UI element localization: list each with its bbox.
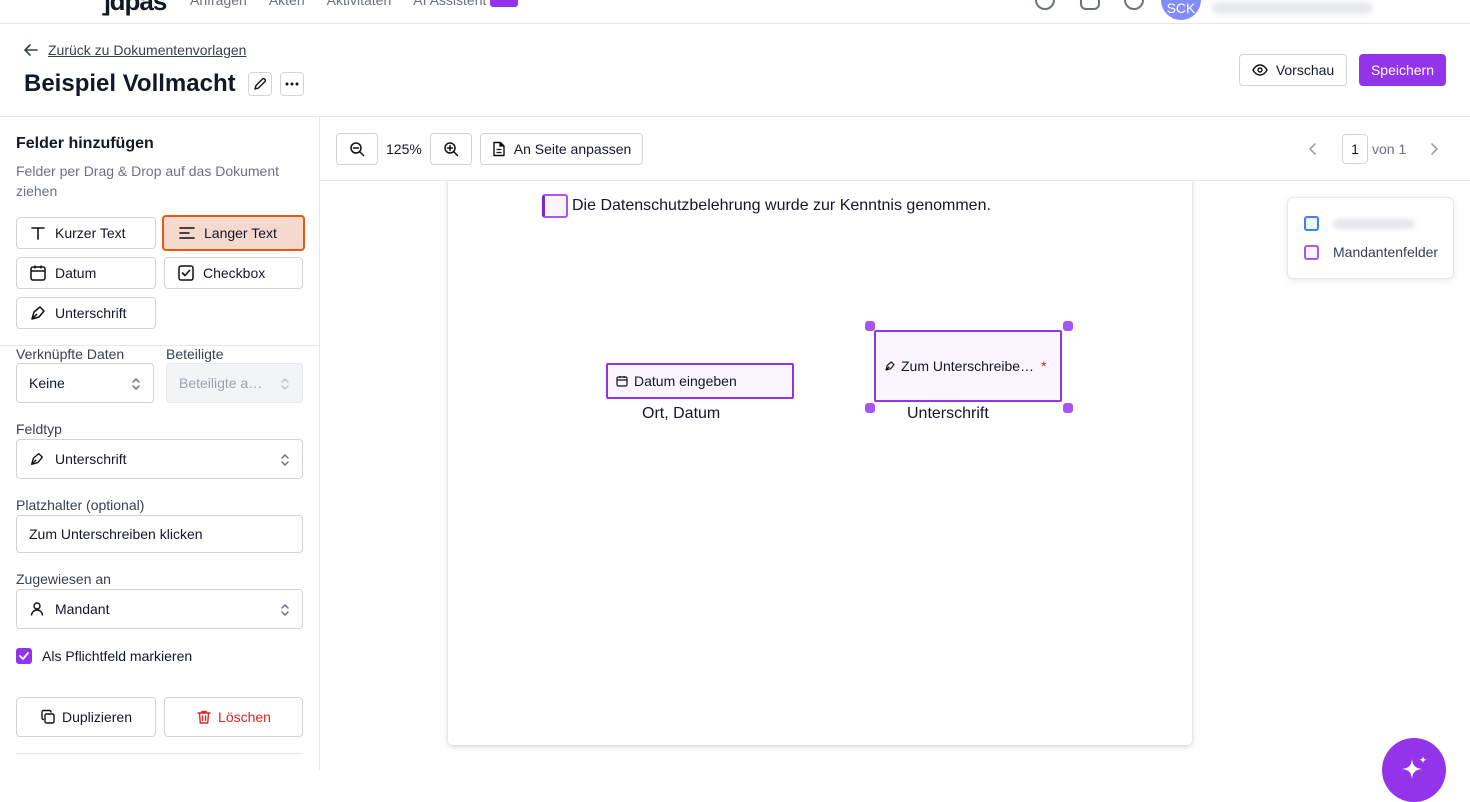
resize-handle-bottom-left[interactable] <box>865 403 875 413</box>
chevrons-up-down-icon <box>281 377 289 391</box>
required-label: Als Pflichtfeld markieren <box>42 648 193 664</box>
help-icon[interactable] <box>1035 0 1055 10</box>
eye-icon <box>1252 64 1268 76</box>
file-text-icon <box>493 141 505 157</box>
placeholder-label: Platzhalter (optional) <box>16 497 145 513</box>
date-field[interactable]: Datum eingeben <box>606 363 794 399</box>
bell-icon[interactable] <box>1080 0 1100 10</box>
fieldtype-label: Feldtyp <box>16 421 62 437</box>
assigned-select[interactable]: Mandant <box>16 589 303 629</box>
checkbox-icon <box>178 265 194 281</box>
document-toolbar: 125% An Seite anpassen 1 von 1 <box>320 117 1470 181</box>
zoom-out-button[interactable] <box>336 133 378 165</box>
add-date-button[interactable]: Datum <box>16 257 156 289</box>
zoom-in-icon <box>444 142 459 157</box>
top-navigation: ]dpas Anfragen Akten Aktivitäten AI Assi… <box>0 0 1470 24</box>
fields-sidebar: Felder hinzufügen Felder per Drag & Drop… <box>0 117 320 770</box>
sidebar-title: Felder hinzufügen <box>16 135 154 152</box>
assigned-label: Zugewiesen an <box>16 571 111 587</box>
participants-label: Beteiligte <box>166 346 224 362</box>
chevrons-up-down-icon <box>281 453 289 467</box>
add-signature-button[interactable]: Unterschrift <box>16 297 156 329</box>
user-name-blurred <box>1212 2 1372 14</box>
nav-links: Anfragen Akten Aktivitäten AI Assistent <box>190 0 519 8</box>
back-link[interactable]: Zurück zu Dokumentenvorlagen <box>24 42 246 58</box>
duplicate-button[interactable]: Duplizieren <box>16 697 156 737</box>
edit-title-button[interactable] <box>247 72 272 96</box>
sidebar-subtitle: Felder per Drag & Drop auf das Dokument … <box>16 163 280 199</box>
trash-icon <box>197 710 211 724</box>
legend-item-blurred <box>1304 216 1415 231</box>
field-legend: Mandantenfelder <box>1287 197 1454 279</box>
chevrons-up-down-icon <box>281 603 289 617</box>
fieldtype-select[interactable]: Unterschrift <box>16 439 303 479</box>
participants-select[interactable]: Beteiligte a… <box>166 363 303 403</box>
required-checkbox-row[interactable]: Als Pflichtfeld markieren <box>16 648 192 664</box>
pencil-icon <box>253 77 266 90</box>
check-icon <box>19 652 29 660</box>
signature-caption: Unterschrift <box>907 405 989 422</box>
more-options-button[interactable] <box>279 72 304 96</box>
fit-to-page-button[interactable]: An Seite anpassen <box>480 133 643 165</box>
preview-button[interactable]: Vorschau <box>1239 54 1347 86</box>
legend-item-client-fields: Mandantenfelder <box>1304 244 1438 260</box>
document-checkbox-field[interactable] <box>542 194 568 218</box>
pen-tool-icon <box>31 306 45 320</box>
settings-icon[interactable] <box>1124 0 1144 10</box>
zoom-level: 125% <box>386 141 422 157</box>
ellipsis-icon <box>285 82 299 86</box>
avatar[interactable]: SCK <box>1161 0 1201 20</box>
linked-data-select[interactable]: Keine <box>16 363 154 403</box>
resize-handle-top-left[interactable] <box>865 321 875 331</box>
add-short-text-button[interactable]: Kurzer Text <box>16 217 156 249</box>
resize-handle-bottom-right[interactable] <box>1063 403 1073 413</box>
pen-tool-icon <box>31 453 43 465</box>
chevron-left-icon[interactable] <box>1308 141 1318 157</box>
text-type-icon <box>31 227 45 240</box>
ai-badge <box>490 0 519 8</box>
page-title: Beispiel Vollmacht <box>24 70 236 97</box>
pen-tool-icon <box>885 361 895 371</box>
document-page: Die Datenschutzbelehrung wurde zur Kennt… <box>448 181 1192 745</box>
zoom-in-button[interactable] <box>430 133 472 165</box>
app-logo[interactable]: ]dpas <box>102 0 167 17</box>
user-icon <box>30 602 44 616</box>
legend-label-blurred <box>1333 218 1415 229</box>
nav-link-aktivitaeten[interactable]: Aktivitäten <box>327 0 392 8</box>
checkbox-statement: Die Datenschutzbelehrung wurde zur Kennt… <box>572 197 991 214</box>
zoom-out-icon <box>350 142 365 157</box>
arrow-left-icon <box>24 44 38 56</box>
placeholder-input[interactable]: Zum Unterschreiben klicken <box>16 515 303 553</box>
calendar-icon <box>616 376 628 387</box>
calendar-icon <box>30 265 46 281</box>
delete-button[interactable]: Löschen <box>164 697 303 737</box>
page-header: Zurück zu Dokumentenvorlagen Beispiel Vo… <box>0 24 1470 117</box>
page-number-input[interactable]: 1 <box>1342 134 1368 164</box>
linked-data-label: Verknüpfte Daten <box>16 346 125 362</box>
sparkles-icon <box>1402 756 1427 779</box>
copy-icon <box>41 709 55 724</box>
date-caption: Ort, Datum <box>642 405 721 422</box>
required-marker: * <box>1041 358 1047 374</box>
nav-link-anfragen[interactable]: Anfragen <box>190 0 247 8</box>
title-row: Beispiel Vollmacht <box>24 70 304 98</box>
nav-link-ai-assistent[interactable]: AI Assistent <box>413 0 519 8</box>
add-checkbox-button[interactable]: Checkbox <box>164 257 303 289</box>
nav-link-akten[interactable]: Akten <box>269 0 305 8</box>
back-link-label: Zurück zu Dokumentenvorlagen <box>48 42 247 58</box>
preview-label: Vorschau <box>1275 62 1335 78</box>
chevron-right-icon[interactable] <box>1429 141 1439 157</box>
chevrons-up-down-icon <box>132 377 140 391</box>
sidebar-bottom-divider <box>16 753 303 754</box>
legend-swatch-blue <box>1304 216 1319 231</box>
add-long-text-button[interactable]: Langer Text <box>162 215 305 251</box>
ai-assistant-button[interactable] <box>1382 738 1446 802</box>
resize-handle-top-right[interactable] <box>1063 321 1073 331</box>
save-button[interactable]: Speichern <box>1359 54 1446 86</box>
signature-field[interactable]: Zum Unterschreibe… * <box>874 330 1062 402</box>
page-count: von 1 <box>1372 141 1407 157</box>
required-checkbox[interactable] <box>16 648 32 664</box>
align-left-icon <box>179 227 195 239</box>
legend-swatch-purple <box>1304 244 1319 260</box>
